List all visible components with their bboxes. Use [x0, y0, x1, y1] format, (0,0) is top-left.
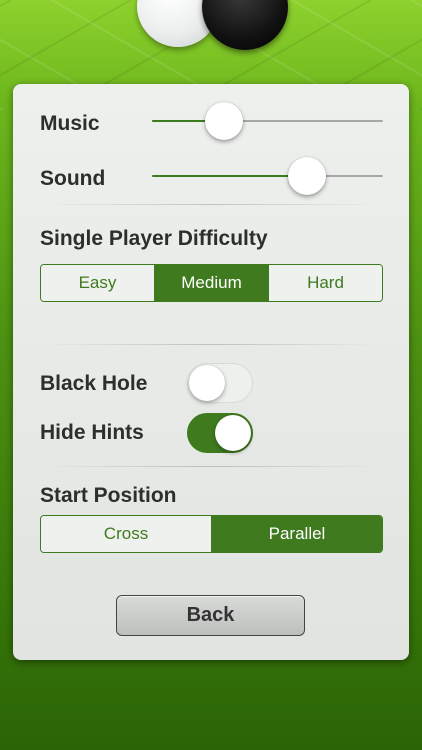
sound-label: Sound	[40, 167, 106, 190]
difficulty-segmented-control: Easy Medium Hard	[40, 264, 383, 302]
divider	[41, 204, 381, 205]
back-button[interactable]: Back	[116, 595, 305, 636]
music-slider[interactable]	[152, 101, 383, 141]
start-position-segmented-control: Cross Parallel	[40, 515, 383, 553]
black-hole-label: Black Hole	[40, 372, 148, 395]
start-position-option-cross[interactable]: Cross	[41, 516, 211, 552]
sound-slider-thumb[interactable]	[288, 157, 326, 195]
hide-hints-toggle[interactable]	[187, 413, 253, 453]
start-position-option-parallel[interactable]: Parallel	[211, 516, 382, 552]
difficulty-option-hard[interactable]: Hard	[268, 265, 382, 301]
black-hole-toggle[interactable]	[187, 363, 253, 403]
hide-hints-label: Hide Hints	[40, 421, 144, 444]
settings-panel: Music Sound Single Player Difficulty Eas…	[13, 84, 409, 660]
music-label: Music	[40, 112, 100, 135]
difficulty-label: Single Player Difficulty	[40, 227, 268, 250]
difficulty-option-medium[interactable]: Medium	[154, 265, 268, 301]
sound-slider[interactable]	[152, 156, 383, 196]
difficulty-option-easy[interactable]: Easy	[41, 265, 154, 301]
music-slider-thumb[interactable]	[205, 102, 243, 140]
hide-hints-toggle-knob	[215, 415, 251, 451]
start-position-label: Start Position	[40, 484, 177, 507]
divider	[41, 466, 381, 467]
divider	[41, 344, 381, 345]
black-hole-toggle-knob	[189, 365, 225, 401]
sound-slider-fill	[152, 175, 307, 177]
